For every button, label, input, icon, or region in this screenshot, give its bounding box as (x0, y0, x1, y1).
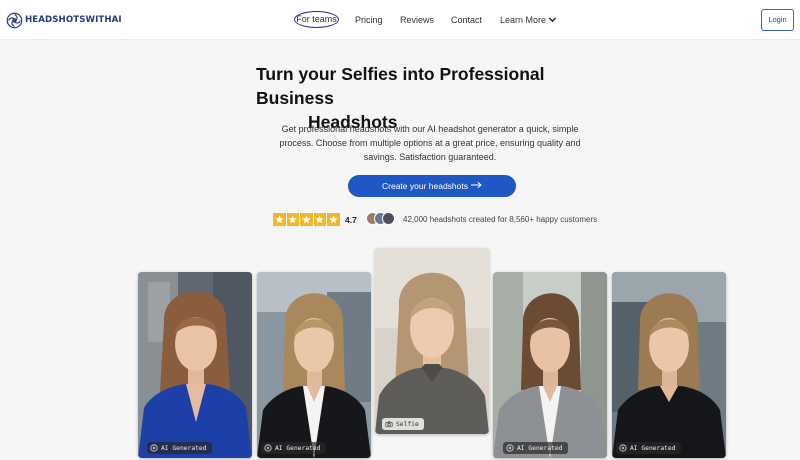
nav-link-for-teams[interactable]: For teams (294, 11, 339, 28)
top-navigation-bar: HEADSHOTSWITHAI For teams Pricing Review… (0, 0, 800, 40)
customers-count-text: 42,000 headshots created for 8,560+ happ… (403, 215, 598, 224)
headshot-card[interactable]: AI Generated (138, 272, 252, 458)
sparkle-icon (264, 444, 272, 452)
rating-value: 4.7 (345, 215, 357, 225)
selfie-badge: Selfie (382, 418, 424, 430)
headshot-card[interactable]: AI Generated (612, 272, 726, 458)
badge-label: AI Generated (161, 444, 207, 452)
badge-label: AI Generated (630, 444, 676, 452)
star-icon (286, 213, 299, 226)
avatar (382, 212, 395, 225)
ai-generated-badge: AI Generated (616, 442, 681, 454)
swirl-logo-icon (6, 12, 23, 28)
headshot-photo (257, 272, 371, 458)
nav-dropdown-learn-more[interactable]: Learn More (500, 14, 557, 26)
sparkle-icon (150, 444, 158, 452)
arrow-right-icon (471, 181, 482, 189)
create-headshots-button[interactable]: Create your headshots (348, 175, 516, 197)
nav-link-pricing[interactable]: Pricing (355, 14, 383, 26)
ai-generated-badge: AI Generated (503, 442, 568, 454)
star-icon (313, 213, 326, 226)
headshot-card[interactable]: AI Generated (493, 272, 607, 458)
camera-icon (385, 421, 393, 428)
chevron-down-icon (548, 17, 557, 23)
selfie-photo (375, 248, 489, 434)
customer-avatars (366, 212, 396, 226)
sparkle-icon (506, 444, 514, 452)
headshot-photo (612, 272, 726, 458)
create-headshots-label: Create your headshots (382, 181, 468, 191)
brand-name: HEADSHOTSWITHAI (25, 15, 122, 25)
badge-label: AI Generated (275, 444, 321, 452)
login-button[interactable]: Login (761, 9, 794, 31)
nav-link-reviews[interactable]: Reviews (400, 14, 434, 26)
nav-dropdown-label: Learn More (500, 15, 547, 25)
brand-logo[interactable]: HEADSHOTSWITHAI (6, 11, 122, 29)
star-icon (300, 213, 313, 226)
sparkle-icon (619, 444, 627, 452)
badge-label: AI Generated (517, 444, 563, 452)
headshot-photo (493, 272, 607, 458)
badge-label: Selfie (396, 420, 419, 428)
star-icon (327, 213, 340, 226)
ai-generated-badge: AI Generated (147, 442, 212, 454)
ai-generated-badge: AI Generated (261, 442, 326, 454)
headshot-card[interactable]: AI Generated (257, 272, 371, 458)
headshot-photo (138, 272, 252, 458)
nav-link-contact[interactable]: Contact (451, 14, 482, 26)
selfie-card[interactable]: Selfie (375, 248, 489, 434)
hero-subtitle: Get professional headshots with our AI h… (279, 124, 581, 162)
rating-stars (273, 213, 340, 226)
star-icon (273, 213, 286, 226)
page-title-line-1: Turn your Selfies into Professional Busi… (256, 64, 545, 108)
